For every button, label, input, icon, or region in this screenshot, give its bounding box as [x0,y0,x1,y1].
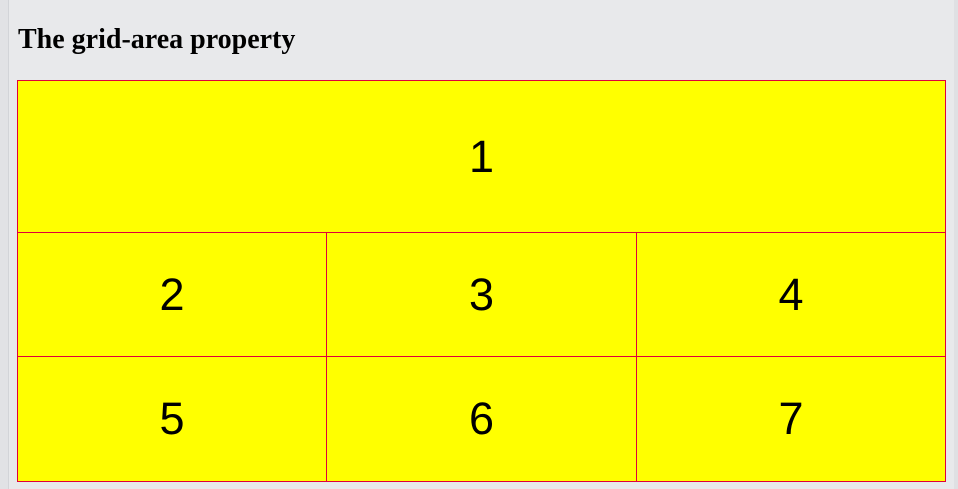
grid-item-6: 6 [327,357,637,482]
grid-item-2: 2 [17,233,327,357]
grid-item-5: 5 [17,357,327,482]
right-scrollbar-edge[interactable] [954,0,958,489]
grid-item-4: 4 [637,233,946,357]
grid-item-1: 1 [17,80,946,233]
grid-container: 1 2 3 4 5 6 7 [17,80,946,482]
grid-item-3: 3 [327,233,637,357]
left-window-edge [0,0,9,489]
grid-item-7: 7 [637,357,946,482]
page-title: The grid-area property [18,24,296,55]
